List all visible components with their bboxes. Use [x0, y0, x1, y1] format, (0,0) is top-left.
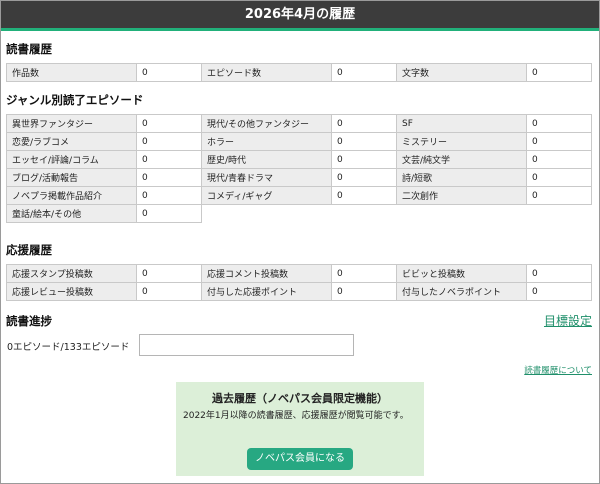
genre-value: 0 — [136, 186, 202, 205]
stat-value: 0 — [331, 63, 397, 82]
stat-value: 0 — [136, 63, 202, 82]
genre-value: 0 — [331, 114, 397, 133]
genre-value: 0 — [136, 168, 202, 187]
genre-label: 恋愛/ラブコメ — [6, 132, 137, 151]
progress-title: 読書進捗 — [6, 314, 52, 328]
genre-value: 0 — [136, 132, 202, 151]
reading-history-title: 読書履歴 — [6, 42, 52, 56]
stat-value: 0 — [526, 63, 592, 82]
premium-promo-box: 過去履歴（ノベパス会員限定機能） 2022年1月以降の読書履歴、応援履歴が閲覧可… — [176, 382, 424, 476]
support-label: ビビッと投稿数 — [396, 264, 527, 283]
table-row: 応援レビュー投稿数 0 付与した応援ポイント 0 付与したノベラポイント 0 — [6, 282, 592, 301]
genre-label: 童話/絵本/その他 — [6, 204, 137, 223]
genre-value: 0 — [526, 186, 592, 205]
genre-label: SF — [396, 114, 527, 133]
genre-value: 0 — [136, 150, 202, 169]
table-row: エッセイ/評論/コラム 0 歴史/時代 0 文芸/純文学 0 — [6, 150, 592, 169]
genre-label: 歴史/時代 — [201, 150, 332, 169]
genre-history-title: ジャンル別読了エピソード — [6, 93, 144, 107]
table-row: 応援スタンプ投稿数 0 応援コメント投稿数 0 ビビッと投稿数 0 — [6, 264, 592, 283]
genre-label: ノベプラ掲載作品紹介 — [6, 186, 137, 205]
genre-label: 二次創作 — [396, 186, 527, 205]
empty-cell — [202, 205, 332, 223]
reading-history-table: 作品数 0 エピソード数 0 文字数 0 — [6, 63, 592, 82]
genre-label: 異世界ファンタジー — [6, 114, 137, 133]
goal-setting-link[interactable]: 目標設定 — [544, 312, 592, 329]
support-label: 応援レビュー投稿数 — [6, 282, 137, 301]
promo-text: 2022年1月以降の読書履歴、応援履歴が閲覧可能です。 — [183, 411, 409, 421]
genre-value: 0 — [526, 168, 592, 187]
about-reading-history-link[interactable]: 読書履歴について — [524, 364, 592, 376]
genre-value: 0 — [331, 132, 397, 151]
table-row: 童話/絵本/その他 0 — [6, 204, 592, 223]
table-row: 恋愛/ラブコメ 0 ホラー 0 ミステリー 0 — [6, 132, 592, 151]
genre-value: 0 — [331, 186, 397, 205]
genre-value: 0 — [331, 150, 397, 169]
genre-value: 0 — [136, 114, 202, 133]
empty-cell — [332, 205, 397, 223]
genre-label: 詩/短歌 — [396, 168, 527, 187]
support-value: 0 — [136, 282, 202, 301]
support-history-table: 応援スタンプ投稿数 0 応援コメント投稿数 0 ビビッと投稿数 0 応援レビュー… — [6, 264, 592, 301]
genre-value: 0 — [526, 132, 592, 151]
genre-value: 0 — [331, 168, 397, 187]
stat-label: 作品数 — [6, 63, 137, 82]
progress-bar — [139, 334, 354, 356]
genre-value: 0 — [136, 204, 202, 223]
table-row: 作品数 0 エピソード数 0 文字数 0 — [6, 63, 592, 82]
genre-value: 0 — [526, 114, 592, 133]
join-novepass-button[interactable]: ノベパス会員になる — [247, 448, 353, 470]
genre-label: 現代/その他ファンタジー — [201, 114, 332, 133]
page-header: 2026年4月の履歴 — [1, 1, 599, 31]
support-value: 0 — [526, 264, 592, 283]
genre-label: ミステリー — [396, 132, 527, 151]
genre-label: エッセイ/評論/コラム — [6, 150, 137, 169]
genre-history-table: 異世界ファンタジー 0 現代/その他ファンタジー 0 SF 0 恋愛/ラブコメ … — [6, 114, 592, 223]
genre-label: ホラー — [201, 132, 332, 151]
page-title: 2026年4月の履歴 — [244, 7, 356, 22]
empty-cell — [527, 205, 592, 223]
promo-title: 過去履歴（ノベパス会員限定機能） — [212, 392, 388, 405]
stat-label: エピソード数 — [201, 63, 332, 82]
genre-label: 現代/青春ドラマ — [201, 168, 332, 187]
support-value: 0 — [331, 264, 397, 283]
support-label: 付与したノベラポイント — [396, 282, 527, 301]
progress-text: 0エピソード/133エピソード — [7, 342, 130, 353]
table-row: 異世界ファンタジー 0 現代/その他ファンタジー 0 SF 0 — [6, 114, 592, 133]
support-history-title: 応援履歴 — [6, 243, 52, 257]
support-label: 付与した応援ポイント — [201, 282, 332, 301]
genre-label: コメディ/ギャグ — [201, 186, 332, 205]
table-row: ノベプラ掲載作品紹介 0 コメディ/ギャグ 0 二次創作 0 — [6, 186, 592, 205]
support-label: 応援コメント投稿数 — [201, 264, 332, 283]
support-value: 0 — [526, 282, 592, 301]
genre-value: 0 — [526, 150, 592, 169]
support-label: 応援スタンプ投稿数 — [6, 264, 137, 283]
genre-label: ブログ/活動報告 — [6, 168, 137, 187]
table-row: ブログ/活動報告 0 現代/青春ドラマ 0 詩/短歌 0 — [6, 168, 592, 187]
support-value: 0 — [136, 264, 202, 283]
support-value: 0 — [331, 282, 397, 301]
stat-label: 文字数 — [396, 63, 527, 82]
genre-label: 文芸/純文学 — [396, 150, 527, 169]
empty-cell — [397, 205, 527, 223]
